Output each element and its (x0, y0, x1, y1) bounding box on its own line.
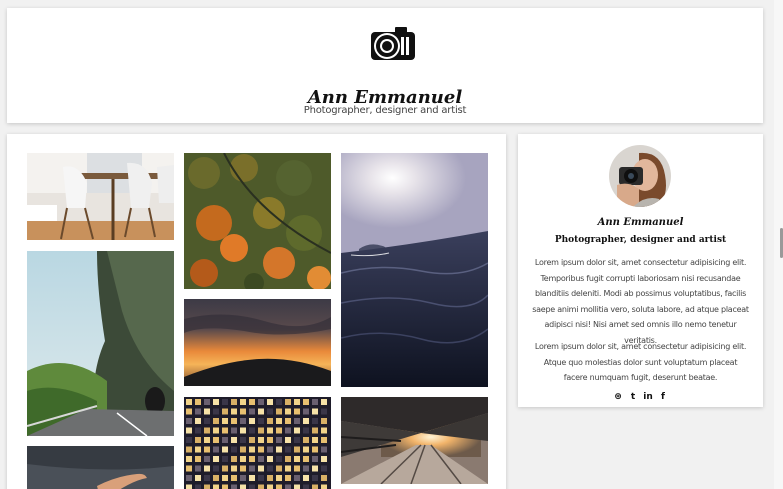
profile-bio: Lorem ipsum dolor sit, amet consectetur … (532, 258, 749, 345)
photo-train-station[interactable] (341, 397, 488, 484)
avatar (609, 145, 671, 207)
dribbble-icon[interactable]: ⊛ (613, 392, 624, 403)
site-subtitle: Photographer, designer and artist (303, 105, 467, 116)
photo-dining-room[interactable] (27, 153, 174, 240)
linkedin-icon[interactable]: in (643, 392, 654, 403)
profile-card: Ann Emmanuel Photographer, designer and … (518, 134, 763, 407)
facebook-icon[interactable]: f (658, 392, 669, 403)
photo-hand-sky[interactable] (27, 446, 174, 489)
profile-bio-secondary: Lorem ipsum dolor sit, amet consectetur … (534, 342, 747, 382)
profile-role: Photographer, designer and artist (554, 235, 727, 245)
camera-icon[interactable] (365, 22, 421, 68)
photo-gallery (7, 134, 506, 489)
profile-name: Ann Emmanuel (597, 217, 684, 228)
site-header: Ann Emmanuel Photographer, designer and … (7, 8, 763, 123)
photo-cliff-road[interactable] (27, 251, 174, 436)
photo-ocean-sunset[interactable] (341, 153, 488, 387)
social-links: ⊛ t in f (518, 391, 763, 403)
photo-autumn-forest[interactable] (184, 153, 331, 289)
photo-sunset-hills[interactable] (184, 299, 331, 386)
photo-night-building[interactable] (184, 397, 331, 489)
twitter-icon[interactable]: t (628, 392, 639, 403)
